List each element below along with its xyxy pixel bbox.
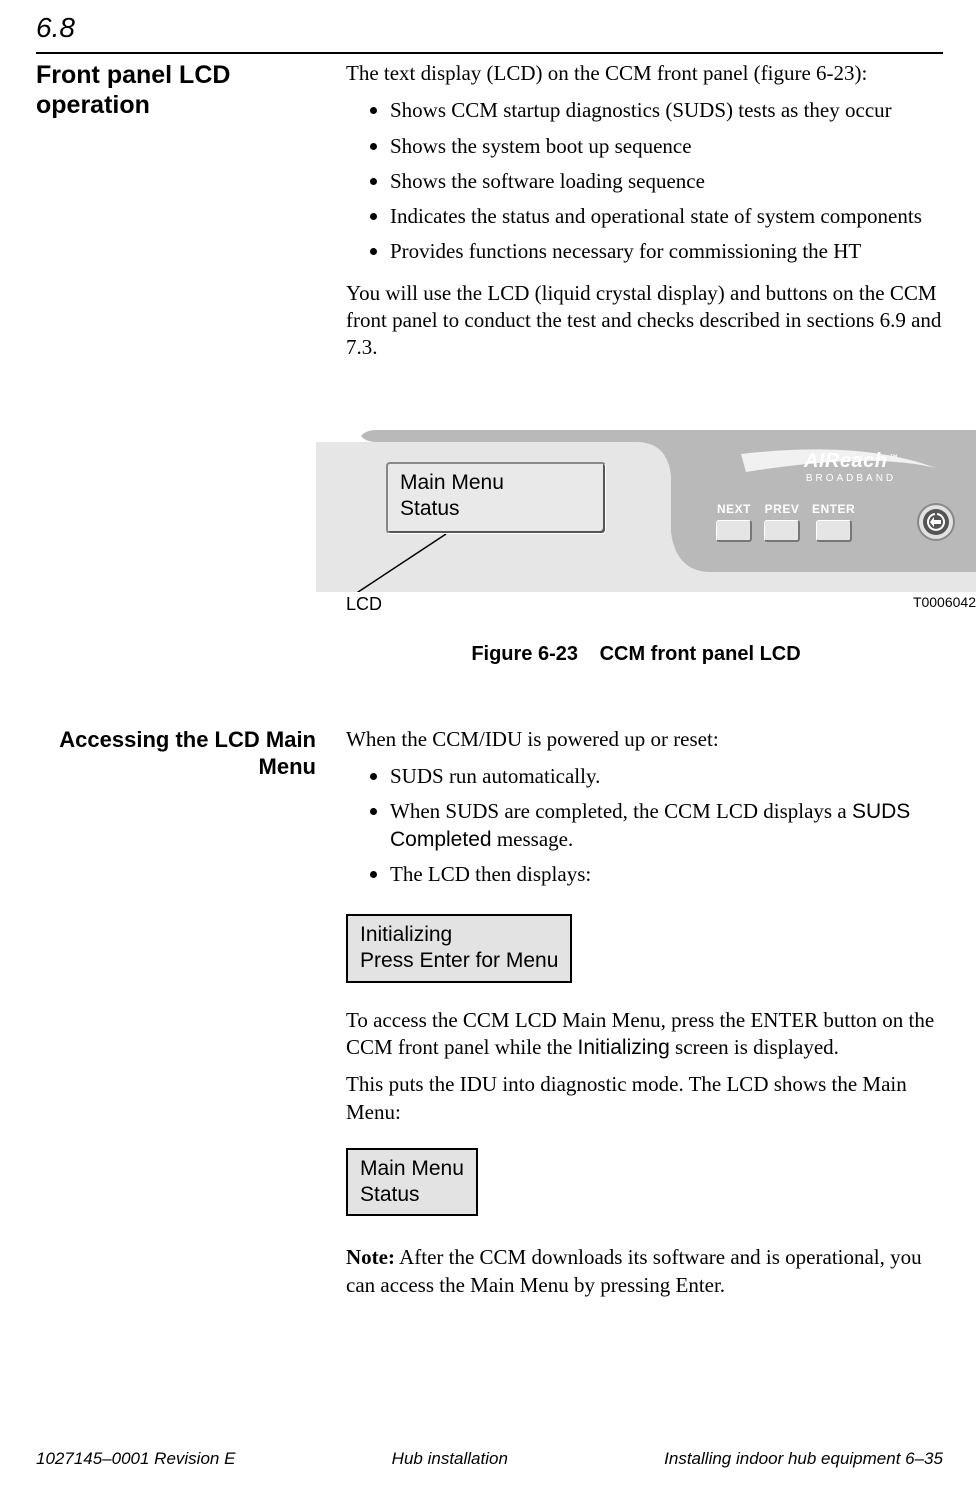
- section-number: 6.8: [36, 12, 943, 44]
- subsection-heading: Accessing the LCD Main Menu: [36, 726, 316, 781]
- page-footer: 1027145–0001 Revision E Hub installation…: [36, 1449, 943, 1469]
- bullet-item: Shows CCM startup diagnostics (SUDS) tes…: [370, 97, 943, 124]
- prev-button-label: PREV: [764, 502, 800, 516]
- msg-line-2: Status: [360, 1182, 464, 1208]
- sub-intro-text: When the CCM/IDU is powered up or reset:: [346, 726, 943, 753]
- section-heading: Front panel LCD operation: [36, 60, 316, 120]
- bullet-item: Provides functions necessary for commiss…: [370, 238, 943, 265]
- figure-ccm-front-panel: Main Menu Status AIReach™ BROADBAND NEXT…: [316, 422, 943, 615]
- next-button-label: NEXT: [716, 502, 752, 516]
- main-menu-message-box: Main Menu Status: [346, 1148, 478, 1217]
- enter-button-label: ENTER: [812, 502, 855, 516]
- after-bullets-text: You will use the LCD (liquid crystal dis…: [346, 280, 943, 362]
- drawing-id: T0006042: [913, 594, 976, 615]
- top-rule: [36, 52, 943, 54]
- bullet-item: SUDS run automatically.: [370, 763, 943, 790]
- diag-mode-text: This puts the IDU into diagnostic mode. …: [346, 1071, 943, 1126]
- intro-text: The text display (LCD) on the CCM front …: [346, 60, 943, 87]
- brand-logo: AIReach™ BROADBAND: [751, 450, 951, 484]
- footer-right: Installing indoor hub equipment 6–35: [664, 1449, 943, 1469]
- lcd-display: Main Menu Status: [386, 462, 606, 534]
- brand-sub: BROADBAND: [751, 473, 951, 484]
- bullet-item: Shows the system boot up sequence: [370, 133, 943, 160]
- brand-main: AIReach: [804, 450, 888, 472]
- lcd-pointer-label: LCD: [346, 594, 382, 615]
- enter-button[interactable]: [816, 520, 852, 542]
- bullet-item: Shows the software loading sequence: [370, 168, 943, 195]
- brand-tm: ™: [890, 453, 899, 462]
- footer-mid: Hub installation: [392, 1449, 508, 1469]
- prev-button[interactable]: [764, 520, 800, 542]
- access-main-menu-text: To access the CCM LCD Main Menu, press t…: [346, 1007, 943, 1062]
- figure-caption-text: CCM front panel LCD: [600, 643, 801, 665]
- initializing-message-box: Initializing Press Enter for Menu: [346, 914, 572, 983]
- figure-caption: Figure 6-23 CCM front panel LCD: [316, 643, 956, 666]
- note-text: Note: After the CCM downloads its softwa…: [346, 1244, 943, 1299]
- figure-caption-num: Figure 6-23: [471, 643, 578, 665]
- msg-line-1: Main Menu: [360, 1156, 464, 1182]
- lcd-line-1: Main Menu: [400, 470, 593, 496]
- next-button[interactable]: [716, 520, 752, 542]
- bullet-item: When SUDS are completed, the CCM LCD dis…: [370, 798, 943, 853]
- lcd-line-2: Status: [400, 496, 593, 522]
- bullet-item: The LCD then displays:: [370, 861, 943, 888]
- bullet-item: Indicates the status and operational sta…: [370, 203, 943, 230]
- msg-line-2: Press Enter for Menu: [360, 948, 558, 974]
- msg-line-1: Initializing: [360, 922, 558, 948]
- footer-left: 1027145–0001 Revision E: [36, 1449, 235, 1469]
